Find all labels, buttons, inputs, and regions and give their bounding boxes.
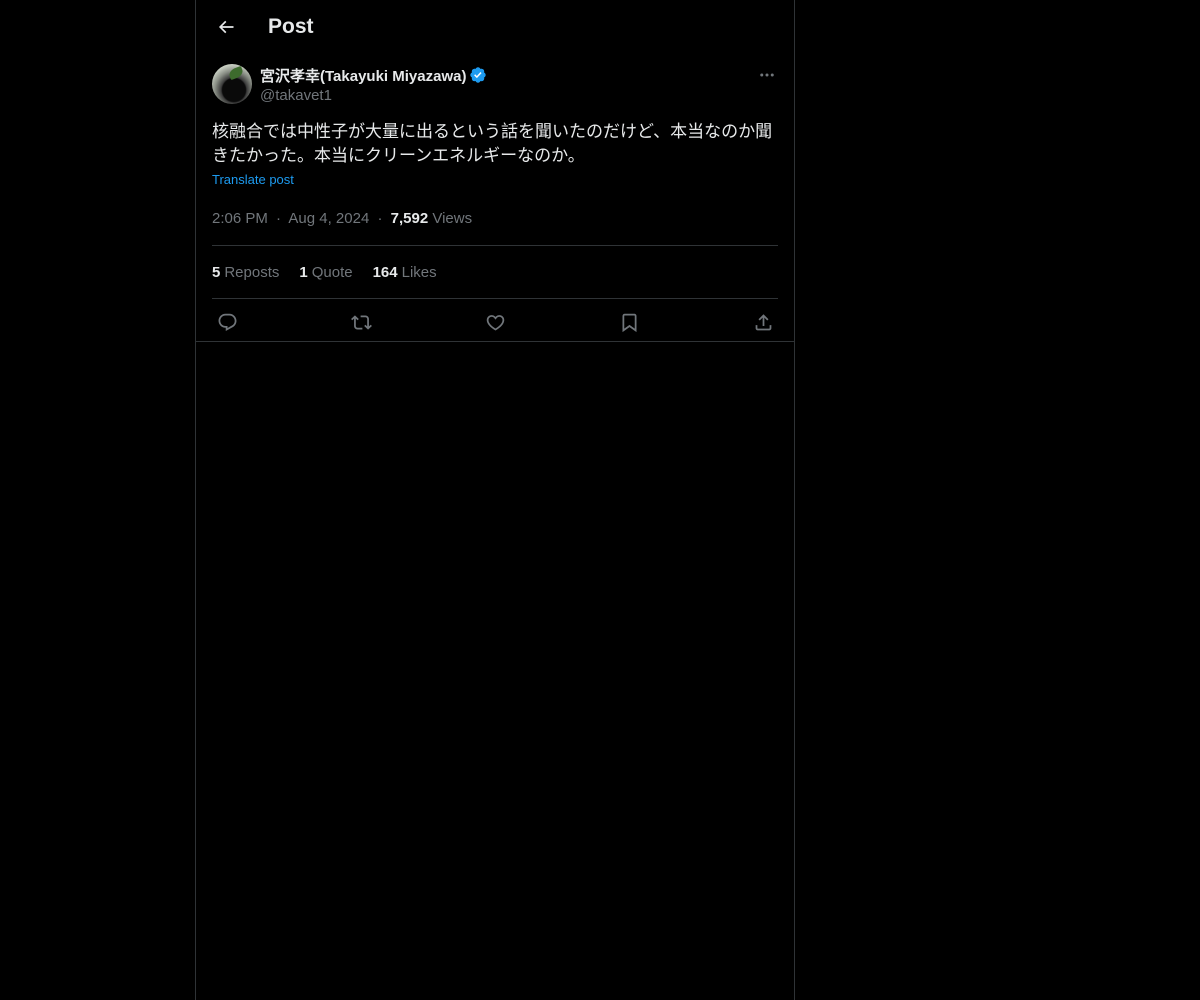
primary-column: Post 宮沢孝幸(Takayuki Miyazawa) @takavet1 核… bbox=[195, 0, 795, 1000]
name-line: 宮沢孝幸(Takayuki Miyazawa) bbox=[260, 64, 487, 86]
meta-separator: · bbox=[377, 210, 383, 227]
quotes-count: 1 bbox=[299, 263, 308, 281]
avatar-leaf bbox=[227, 65, 245, 81]
post-time[interactable]: 2:06 PM bbox=[212, 210, 268, 227]
like-icon bbox=[485, 312, 506, 333]
author-handle[interactable]: @takavet1 bbox=[260, 86, 487, 106]
quotes-stat[interactable]: 1 Quote bbox=[299, 264, 352, 281]
post-date[interactable]: Aug 4, 2024 bbox=[288, 210, 369, 227]
action-bar bbox=[212, 299, 778, 346]
views-label: Views bbox=[432, 210, 473, 227]
verified-badge-icon[interactable] bbox=[469, 66, 487, 84]
stats-row: 5 Reposts 1 Quote 164 Likes bbox=[212, 246, 778, 298]
post-text: 核融合では中性子が大量に出るという話を聞いたのだけど、本当なのか聞きたかった。本… bbox=[212, 122, 773, 165]
quotes-label: Quote bbox=[311, 263, 353, 281]
author-meta: 宮沢孝幸(Takayuki Miyazawa) @takavet1 bbox=[260, 64, 487, 106]
share-icon bbox=[753, 312, 774, 333]
author-row: 宮沢孝幸(Takayuki Miyazawa) @takavet1 bbox=[212, 64, 778, 108]
more-horizontal-icon bbox=[758, 66, 776, 84]
translate-post-link[interactable]: Translate post bbox=[212, 172, 294, 188]
more-options-button[interactable] bbox=[756, 64, 778, 86]
reposts-label: Reposts bbox=[224, 263, 280, 281]
share-button[interactable] bbox=[752, 312, 774, 334]
post-bottom-border bbox=[196, 341, 794, 342]
likes-label: Likes bbox=[401, 263, 437, 281]
repost-icon bbox=[350, 312, 372, 333]
likes-count: 164 bbox=[372, 263, 398, 281]
bookmark-icon bbox=[619, 312, 640, 333]
bookmark-button[interactable] bbox=[618, 312, 640, 334]
repost-button[interactable] bbox=[350, 312, 372, 334]
views-count: 7,592 bbox=[390, 210, 429, 227]
post-detail: 宮沢孝幸(Takayuki Miyazawa) @takavet1 核融合では中… bbox=[212, 64, 778, 346]
reposts-count: 5 bbox=[212, 263, 221, 281]
author-display-name[interactable]: 宮沢孝幸(Takayuki Miyazawa) bbox=[260, 65, 466, 86]
back-button[interactable] bbox=[210, 11, 242, 43]
reply-icon bbox=[217, 312, 238, 333]
reposts-stat[interactable]: 5 Reposts bbox=[212, 264, 279, 281]
arrow-left-icon bbox=[216, 17, 236, 37]
reply-button[interactable] bbox=[216, 312, 238, 334]
likes-stat[interactable]: 164 Likes bbox=[373, 264, 437, 281]
top-bar: Post bbox=[196, 0, 794, 54]
meta-separator: · bbox=[276, 210, 282, 227]
like-button[interactable] bbox=[484, 312, 506, 334]
page-title: Post bbox=[268, 15, 314, 38]
post-meta: 2:06 PM · Aug 4, 2024 · 7,592 Views bbox=[212, 209, 778, 229]
avatar[interactable] bbox=[212, 64, 252, 104]
